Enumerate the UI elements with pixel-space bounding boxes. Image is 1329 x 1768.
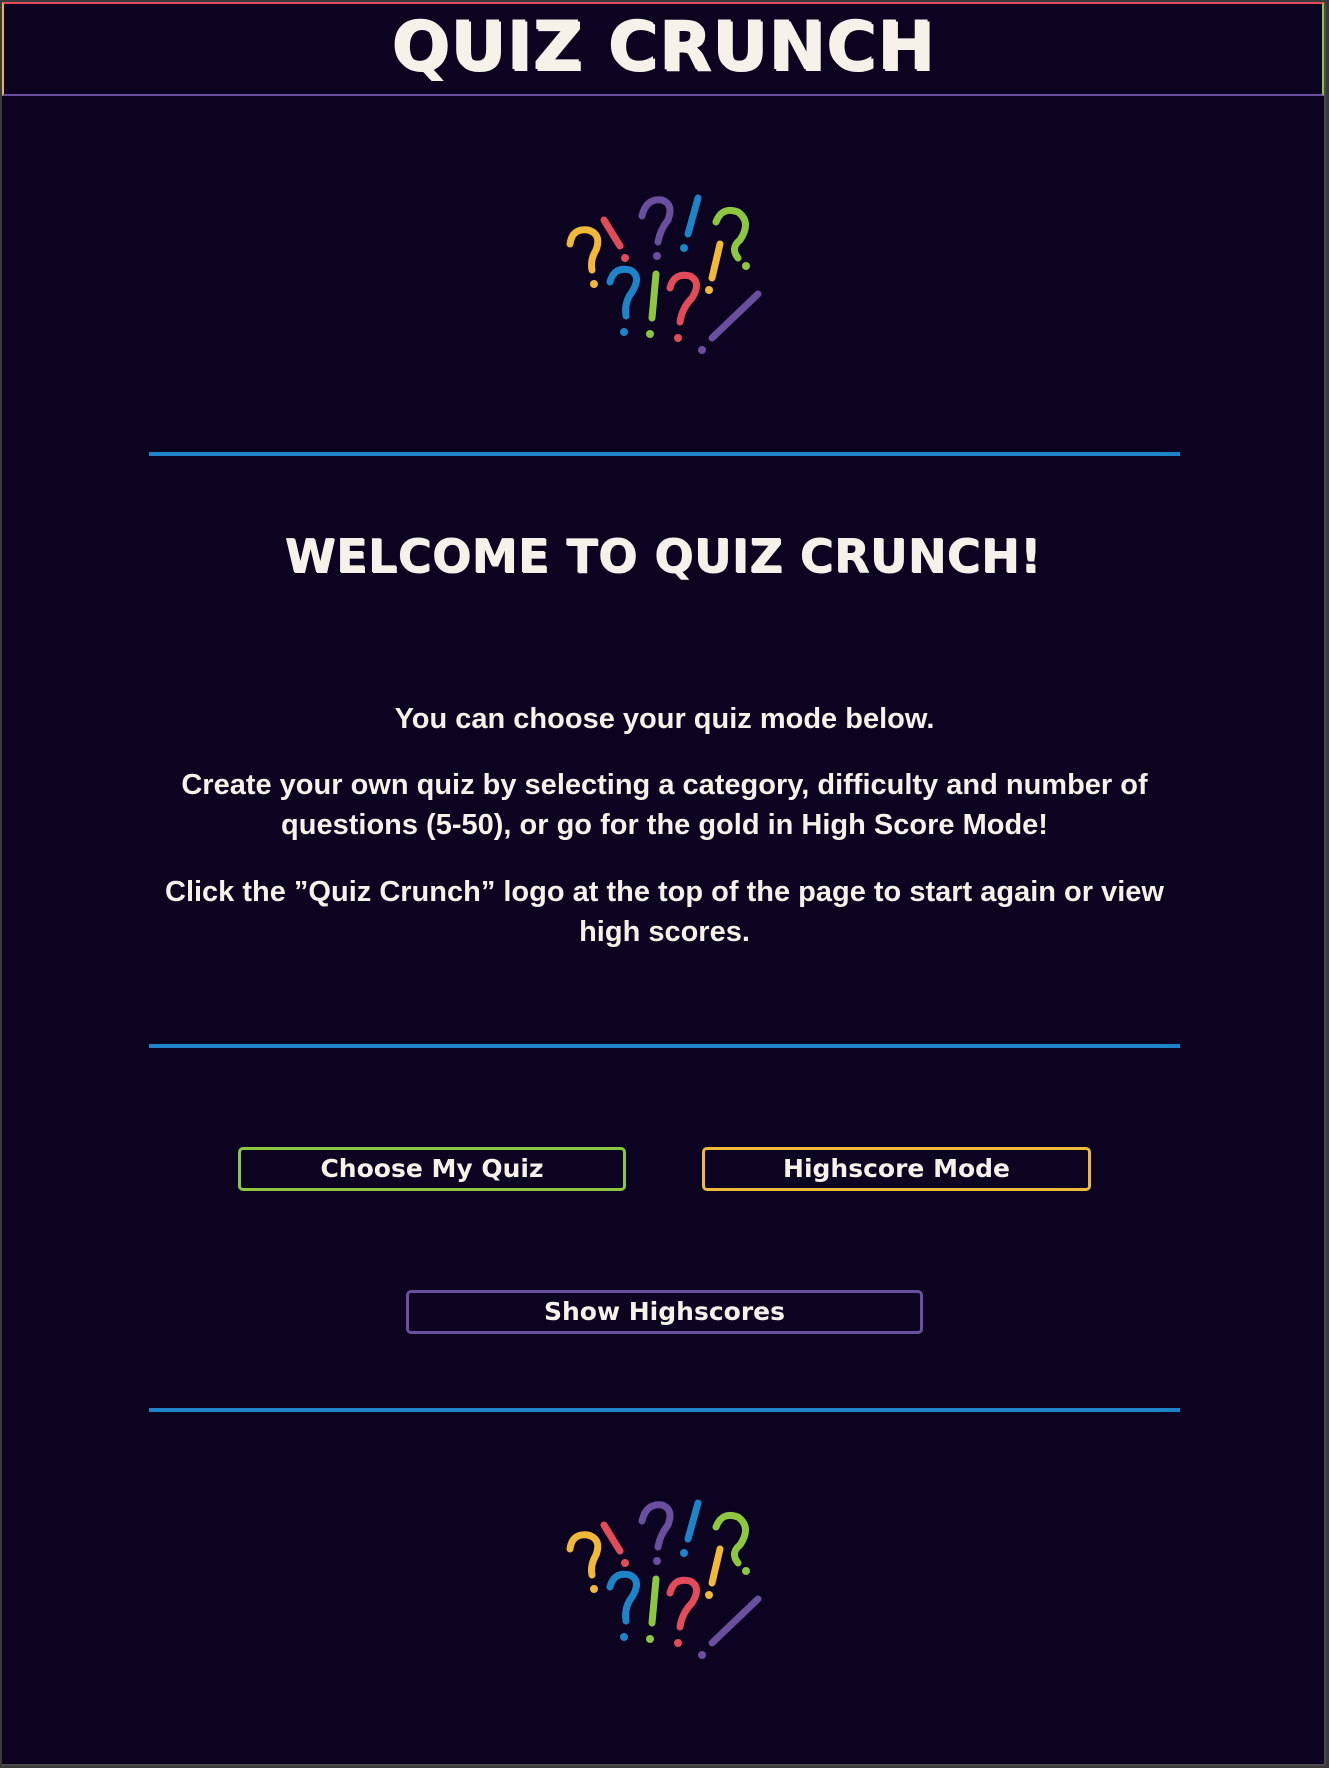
section-divider [149, 452, 1180, 456]
section-divider [149, 1408, 1180, 1412]
intro-paragraph: Create your own quiz by selecting a cate… [181, 769, 1148, 841]
page-frame: QUIZ CRUNCH WELCOME TO QUIZ CRUNCH! You … [2, 2, 1326, 1766]
welcome-heading: WELCOME TO QUIZ CRUNCH! [284, 529, 1042, 583]
section-divider [149, 1044, 1180, 1048]
question-exclamation-marks-icon [566, 1499, 762, 1659]
intro-paragraph: You can choose your quiz mode below. [394, 703, 935, 735]
site-header: QUIZ CRUNCH [2, 2, 1324, 96]
show-highscores-button[interactable]: Show Highscores [406, 1290, 923, 1334]
intro-paragraph: Click the ”Quiz Crunch” logo at the top … [165, 876, 1164, 948]
site-logo-title[interactable]: QUIZ CRUNCH [391, 7, 935, 86]
highscore-mode-button[interactable]: Highscore Mode [702, 1147, 1091, 1191]
choose-my-quiz-button[interactable]: Choose My Quiz [238, 1147, 626, 1191]
question-exclamation-marks-icon [566, 194, 762, 354]
